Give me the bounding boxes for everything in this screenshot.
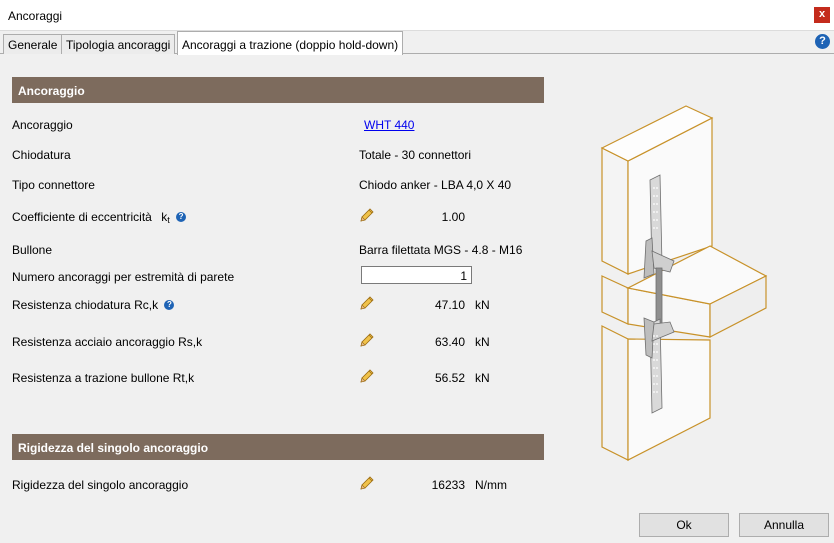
stiffness-pencil-icon[interactable]	[358, 474, 376, 492]
tab-bar: Generale Tipologia ancoraggi Ancoraggi a…	[0, 31, 834, 55]
nail-resistance-value: 47.10	[434, 298, 465, 312]
nail-resistance-label: Resistenza chiodatura Rc,k	[12, 298, 159, 312]
tab-generale[interactable]: Generale	[3, 34, 63, 54]
hold-down-illustration	[600, 105, 768, 461]
bolt-resistance-value: 56.52	[434, 371, 465, 385]
anchors-per-end-input[interactable]: 1	[361, 266, 472, 284]
cancel-button[interactable]: Annulla	[739, 513, 829, 537]
tab-ancoraggi-trazione[interactable]: Ancoraggi a trazione (doppio hold-down)	[177, 31, 404, 55]
nail-resistance-help-icon[interactable]: ?	[164, 300, 175, 310]
eccentricity-label-row: Coefficiente di eccentricità kt ?	[12, 210, 187, 225]
nailing-label: Chiodatura	[12, 148, 71, 162]
nailing-value: Totale - 30 connettori	[359, 148, 472, 162]
steel-resistance-label: Resistenza acciaio ancoraggio Rs,k	[12, 335, 203, 349]
steel-resistance-unit: kN	[475, 335, 490, 349]
ok-button[interactable]: Ok	[639, 513, 729, 537]
bolt-resistance-label: Resistenza a trazione bullone Rt,k	[12, 371, 195, 385]
window-title: Ancoraggi	[8, 9, 63, 23]
eccentricity-pencil-icon[interactable]	[358, 206, 376, 224]
title-bar: Ancoraggi x	[0, 0, 834, 31]
steel-resistance-pencil-icon[interactable]	[358, 331, 376, 349]
connector-type-label: Tipo connettore	[12, 178, 95, 192]
connector-type-value: Chiodo anker - LBA 4,0 X 40	[359, 178, 512, 192]
eccentricity-symbol-sub: t	[167, 215, 170, 225]
nail-resistance-unit: kN	[475, 298, 490, 312]
eccentricity-help-icon[interactable]: ?	[176, 212, 187, 222]
eccentricity-symbol: kt	[161, 210, 170, 225]
bolt-resistance-pencil-icon[interactable]	[358, 367, 376, 385]
anchor-link[interactable]: WHT 440	[364, 118, 414, 132]
help-icon[interactable]: ?	[815, 34, 830, 49]
bolt-label: Bullone	[12, 243, 53, 257]
stiffness-unit: N/mm	[475, 478, 507, 492]
anchors-per-end-label: Numero ancoraggi per estremità di parete	[12, 270, 235, 284]
nail-resistance-label-row: Resistenza chiodatura Rc,k ?	[12, 298, 175, 312]
eccentricity-label: Coefficiente di eccentricità	[12, 210, 152, 224]
bolt-resistance-unit: kN	[475, 371, 490, 385]
bolt-value: Barra filettata MGS - 4.8 - M16	[359, 243, 523, 257]
section-header-stiffness: Rigidezza del singolo ancoraggio	[12, 434, 544, 460]
stiffness-value: 16233	[431, 478, 465, 492]
close-icon[interactable]: x	[814, 7, 830, 23]
anchor-label: Ancoraggio	[12, 118, 73, 132]
steel-resistance-value: 63.40	[434, 335, 465, 349]
eccentricity-value: 1.00	[441, 210, 465, 224]
stiffness-label: Rigidezza del singolo ancoraggio	[12, 478, 189, 492]
nail-resistance-pencil-icon[interactable]	[358, 294, 376, 312]
tab-tipologia-ancoraggi[interactable]: Tipologia ancoraggi	[61, 34, 176, 54]
section-header-anchor: Ancoraggio	[12, 77, 544, 103]
